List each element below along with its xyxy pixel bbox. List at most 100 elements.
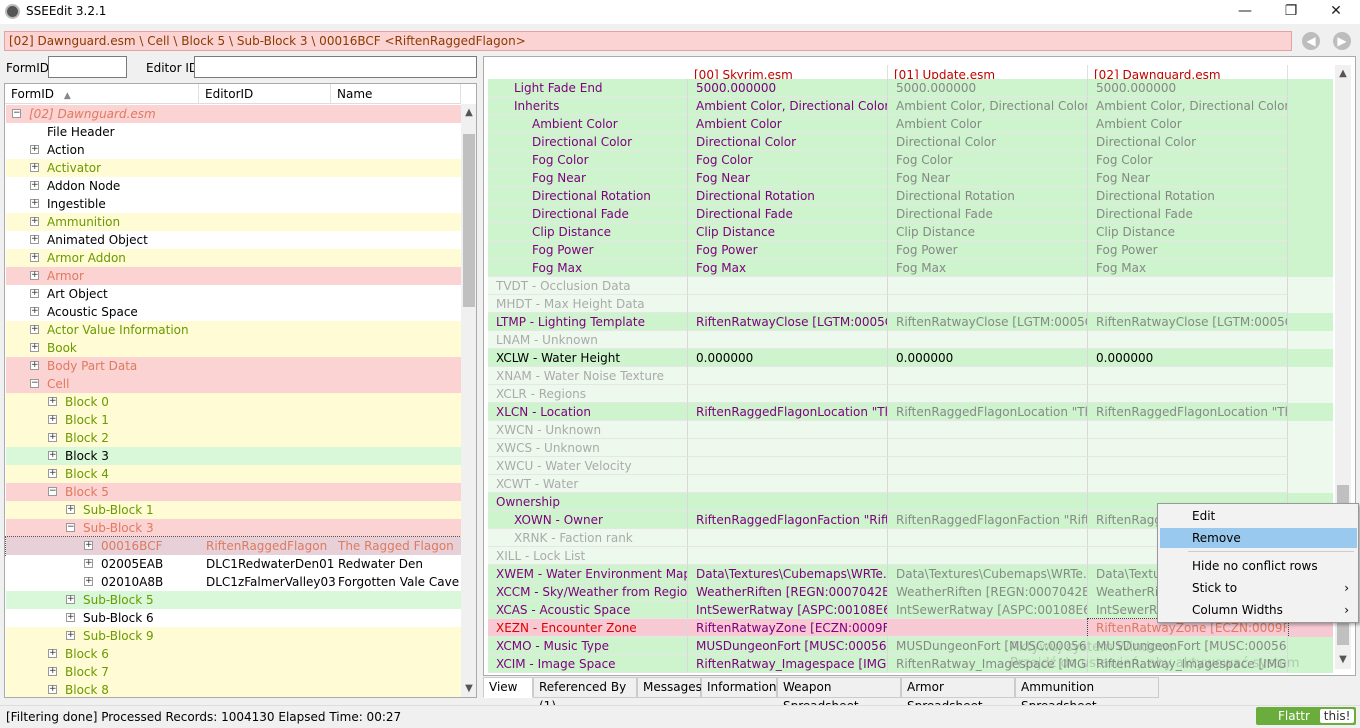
record-row-value[interactable]	[1088, 421, 1288, 439]
record-row[interactable]: Fog Max Fog Max Fog Max Fog Max	[488, 259, 1333, 277]
tree-row[interactable]: + Ingestible	[6, 195, 461, 213]
record-row-value[interactable]: RiftenRaggedFlagonLocation "Th...	[1088, 403, 1288, 421]
record-row-value[interactable]	[1088, 475, 1288, 493]
scroll-down-icon[interactable]: ▼	[461, 680, 476, 697]
record-row-value[interactable]: Fog Max	[888, 259, 1088, 277]
record-row-value[interactable]	[888, 367, 1088, 385]
expand-icon[interactable]: +	[30, 253, 39, 262]
record-row-value[interactable]	[1088, 385, 1288, 403]
record-row-value[interactable]: Directional Color	[1088, 133, 1288, 151]
record-row-value[interactable]: IntSewerRatway [ASPC:00108E60]	[688, 601, 888, 619]
record-row-value[interactable]	[688, 331, 888, 349]
record-row-value[interactable]: Directional Color	[888, 133, 1088, 151]
tree-row[interactable]: − Sub-Block 3	[6, 519, 461, 537]
record-row[interactable]: Directional Fade Directional Fade Directio…	[488, 205, 1333, 223]
expand-icon[interactable]: +	[30, 199, 39, 208]
record-row-value[interactable]: Fog Color	[688, 151, 888, 169]
record-row-value[interactable]: Ambient Color, Directional Color,...	[1088, 97, 1288, 115]
close-button[interactable]: ✕	[1313, 0, 1359, 24]
collapse-icon[interactable]: −	[48, 487, 57, 496]
column-header-name[interactable]: Name	[331, 84, 461, 104]
tree-row[interactable]: + Block 8	[6, 681, 461, 697]
record-row-value[interactable]: IntSewerRatway [ASPC:00108E60]	[888, 601, 1088, 619]
record-row[interactable]: MHDT - Max Height Data	[488, 295, 1333, 313]
tree-row[interactable]: File Header	[6, 123, 461, 141]
record-row-value[interactable]: Clip Distance	[888, 223, 1088, 241]
menu-item-stick-to[interactable]: Stick to ›	[1160, 578, 1357, 598]
expand-icon[interactable]: +	[30, 235, 39, 244]
expand-icon[interactable]: +	[66, 595, 75, 604]
expand-icon[interactable]: +	[48, 451, 57, 460]
expand-icon[interactable]: +	[30, 325, 39, 334]
record-row-value[interactable]: Ambient Color	[888, 115, 1088, 133]
tab-armor-spreadsheet[interactable]: Armor Spreadsheet	[901, 677, 1015, 713]
record-row[interactable]: Clip Distance Clip Distance Clip Distance C…	[488, 223, 1333, 241]
tree-scroll-thumb[interactable]	[463, 134, 475, 307]
record-row-value[interactable]: MUSDungeonFort [MUSC:000561...	[688, 637, 888, 655]
menu-item-hide-no-conflict-rows[interactable]: Hide no conflict rows	[1160, 556, 1357, 576]
tree-row[interactable]: + Activator	[6, 159, 461, 177]
record-row-value[interactable]	[888, 385, 1088, 403]
tree-row[interactable]: + Block 7	[6, 663, 461, 681]
record-row-value[interactable]	[888, 421, 1088, 439]
record-row[interactable]: Directional Rotation Directional Rotation…	[488, 187, 1333, 205]
record-row-value[interactable]: Fog Max	[1088, 259, 1288, 277]
flattr-button[interactable]: Flattr this!	[1256, 707, 1356, 725]
record-row-value[interactable]	[888, 277, 1088, 295]
record-row-value[interactable]: Data\Textures\Cubemaps\WRTe...	[688, 565, 888, 583]
record-row-value[interactable]: RiftenRatwayZone [ECZN:0009FB...	[688, 619, 888, 637]
record-row-value[interactable]: 0.000000	[888, 349, 1088, 367]
expand-icon[interactable]: +	[30, 145, 39, 154]
record-row[interactable]: Inherits Ambient Color, Directional Color…	[488, 97, 1333, 115]
formid-filter-input[interactable]	[48, 56, 127, 78]
record-row-value[interactable]: Directional Rotation	[1088, 187, 1288, 205]
record-row-value[interactable]: Directional Fade	[888, 205, 1088, 223]
tree-row[interactable]: + Animated Object	[6, 231, 461, 249]
expand-icon[interactable]: +	[66, 631, 75, 640]
record-scroll-down-icon[interactable]: ▼	[1335, 651, 1351, 669]
record-row-value[interactable]	[1088, 439, 1288, 457]
record-scroll-up-icon[interactable]: ▲	[1335, 65, 1351, 83]
tree-row[interactable]: + Block 3	[6, 447, 461, 465]
record-row-value[interactable]	[688, 295, 888, 313]
record-row[interactable]: TVDT - Occlusion Data	[488, 277, 1333, 295]
record-path-bar[interactable]: [02] Dawnguard.esm \ Cell \ Block 5 \ Su…	[4, 31, 1292, 51]
tree-row[interactable]: + Acoustic Space	[6, 303, 461, 321]
record-row-value[interactable]	[888, 475, 1088, 493]
record-row-value[interactable]: Ambient Color, Directional Color,...	[888, 97, 1088, 115]
record-row-value[interactable]: Directional Fade	[1088, 205, 1288, 223]
tree-row[interactable]: + Block 1	[6, 411, 461, 429]
expand-icon[interactable]: +	[30, 289, 39, 298]
record-row-value[interactable]	[888, 457, 1088, 475]
record-row[interactable]: XCWT - Water	[488, 475, 1333, 493]
record-row[interactable]: LNAM - Unknown	[488, 331, 1333, 349]
record-row-value[interactable]: Clip Distance	[688, 223, 888, 241]
expand-icon[interactable]: +	[84, 559, 93, 568]
record-row-value[interactable]: 0.000000	[1088, 349, 1288, 367]
collapse-icon[interactable]: −	[12, 109, 21, 118]
record-row-value[interactable]: Fog Power	[888, 241, 1088, 259]
record-row-value[interactable]	[688, 277, 888, 295]
record-row[interactable]: Fog Power Fog Power Fog Power Fog Power	[488, 241, 1333, 259]
tab-weapon-spreadsheet[interactable]: Weapon Spreadsheet	[777, 677, 901, 713]
tree-row[interactable]: + Sub-Block 5	[6, 591, 461, 609]
tree-row[interactable]: − [02] Dawnguard.esm	[6, 105, 461, 123]
record-row-value[interactable]	[688, 475, 888, 493]
record-row[interactable]: XNAM - Water Noise Texture	[488, 367, 1333, 385]
record-row-value[interactable]: Ambient Color	[688, 115, 888, 133]
record-row-value[interactable]: RiftenRatwayClose [LGTM:0005C7...	[1088, 313, 1288, 331]
record-row-value[interactable]: Fog Power	[688, 241, 888, 259]
record-row[interactable]: XCLR - Regions	[488, 385, 1333, 403]
tree-row[interactable]: + Sub-Block 9	[6, 627, 461, 645]
expand-icon[interactable]: +	[84, 541, 93, 550]
record-row-value[interactable]: 5000.000000	[1088, 79, 1288, 97]
tree-row[interactable]: + Art Object	[6, 285, 461, 303]
tree-row[interactable]: +02005EAB DLC1RedwaterDen01 Redwater Den	[6, 555, 461, 573]
expand-icon[interactable]: +	[48, 469, 57, 478]
record-row-value[interactable]: RiftenRaggedFlagonFaction "Rifte...	[688, 511, 888, 529]
column-header-formid[interactable]: FormID ▲	[5, 84, 199, 104]
record-row-value[interactable]: RiftenRatway_Imagespace [IMGS:...	[688, 655, 888, 673]
forward-icon[interactable]: ▶	[1333, 32, 1351, 50]
record-row[interactable]: Ambient Color Ambient Color Ambient Color A…	[488, 115, 1333, 133]
expand-icon[interactable]: +	[66, 505, 75, 514]
